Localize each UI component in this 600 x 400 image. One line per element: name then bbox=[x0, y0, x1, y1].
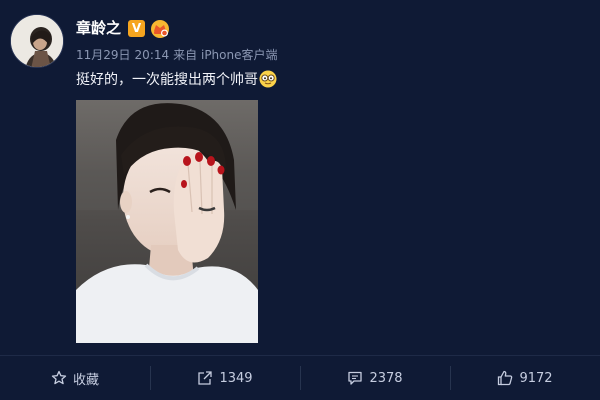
comment-count: 2378 bbox=[369, 370, 403, 386]
repost-button[interactable]: 1349 bbox=[150, 356, 300, 400]
post-date[interactable]: 11月29日 bbox=[76, 48, 131, 62]
nerd-face-emoji-icon bbox=[259, 70, 277, 88]
favorite-button[interactable]: 收藏 bbox=[0, 356, 150, 400]
comment-button[interactable]: 2378 bbox=[300, 356, 450, 400]
avatar[interactable] bbox=[10, 14, 64, 68]
weibo-post: 章龄之 V 11月29日 20:14 来自 iPhone客户端 挺好的，一次能搜出两… bbox=[0, 0, 600, 400]
star-icon bbox=[51, 370, 67, 385]
thumbs-up-icon bbox=[498, 370, 513, 386]
post-text: 挺好的，一次能搜出两个帅哥 bbox=[76, 70, 277, 90]
post-time[interactable]: 20:14 bbox=[135, 48, 170, 62]
user-name[interactable]: 章龄之 bbox=[76, 18, 121, 38]
post-image[interactable] bbox=[76, 100, 258, 343]
post-source[interactable]: iPhone客户端 bbox=[201, 48, 278, 62]
comment-icon bbox=[348, 371, 363, 385]
repost-count: 1349 bbox=[219, 370, 253, 386]
action-bar: 收藏 1349 2378 9172 bbox=[0, 356, 600, 400]
share-icon bbox=[198, 371, 213, 385]
favorite-label: 收藏 bbox=[72, 372, 99, 388]
post-text-content: 挺好的，一次能搜出两个帅哥 bbox=[76, 72, 258, 88]
like-button[interactable]: 9172 bbox=[450, 356, 600, 400]
like-count: 9172 bbox=[519, 370, 553, 386]
source-prefix: 来自 bbox=[173, 48, 198, 62]
vip-crown-icon bbox=[150, 19, 170, 39]
post-meta: 11月29日 20:14 来自 iPhone客户端 bbox=[76, 47, 282, 63]
verified-badge-icon: V bbox=[128, 20, 145, 37]
